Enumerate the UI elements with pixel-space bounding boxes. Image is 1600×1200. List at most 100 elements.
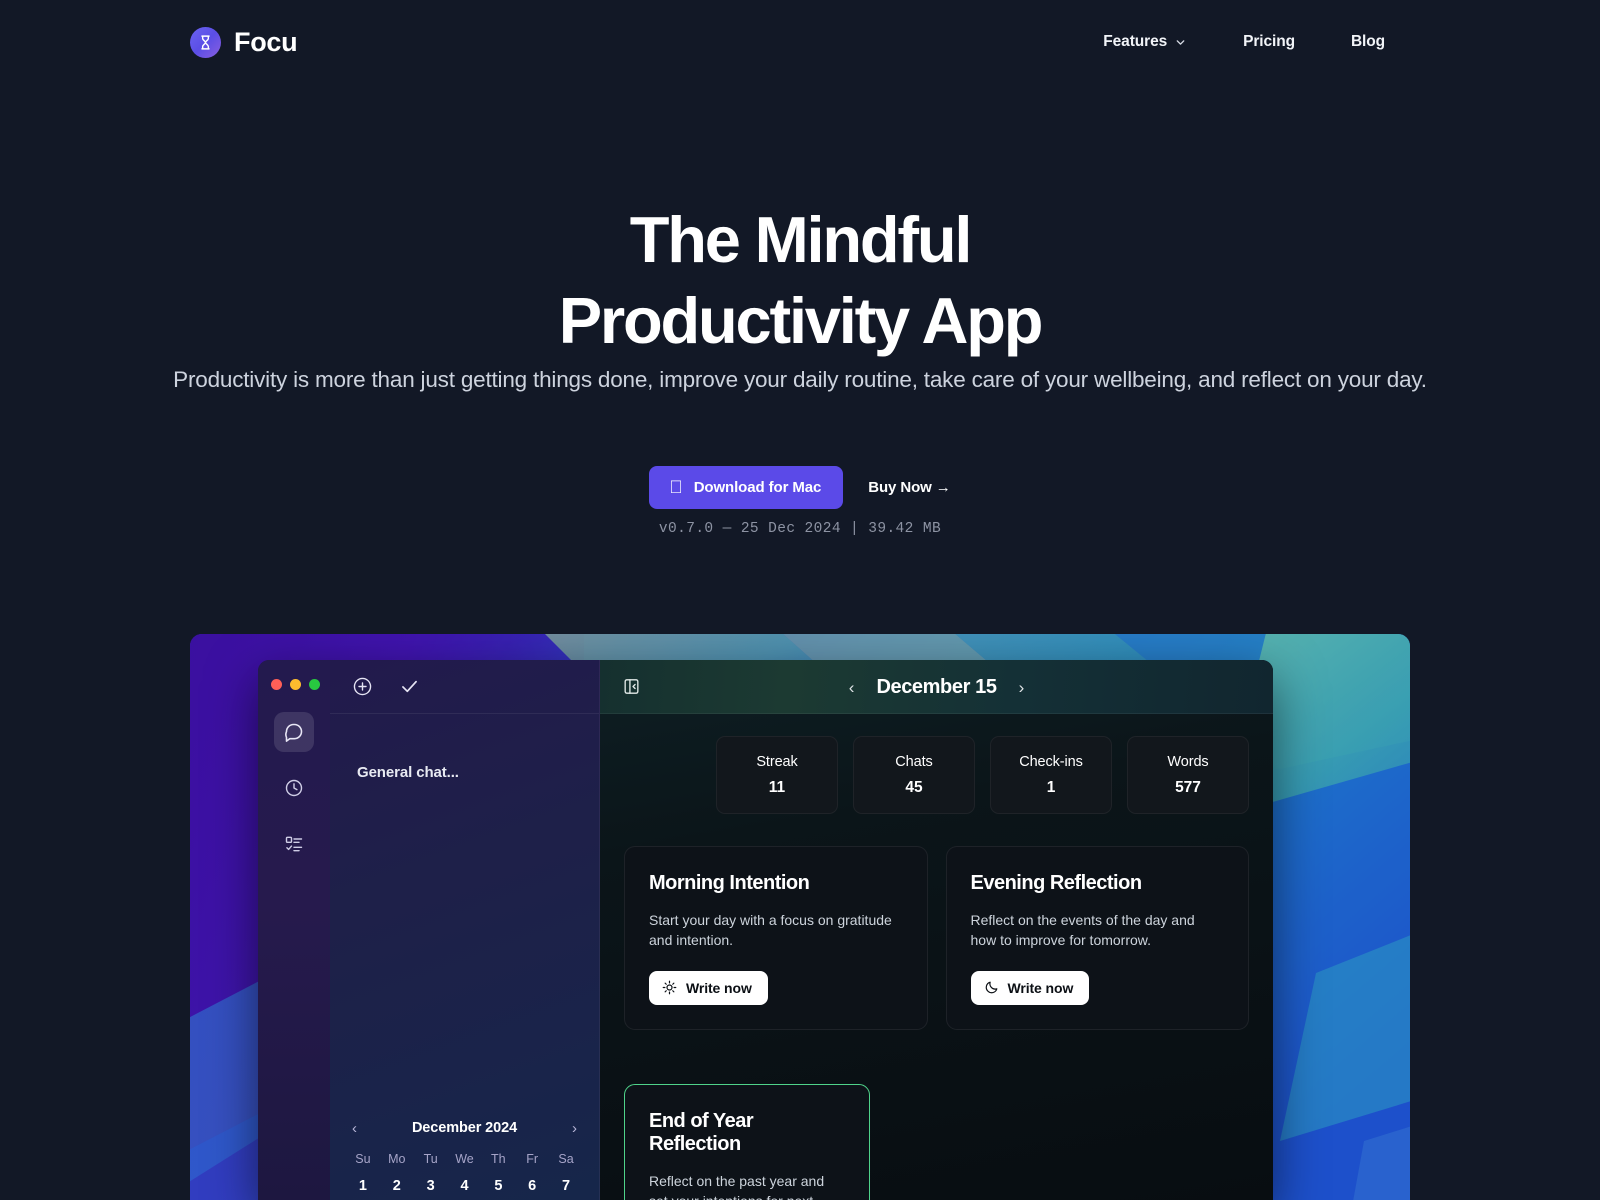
calendar-weekday: Mo [388, 1152, 406, 1166]
previous-day-button[interactable]: ‹ [849, 679, 855, 696]
sidebar-toggle-button[interactable] [622, 677, 641, 696]
nav-item-features[interactable]: Features [1103, 33, 1187, 51]
end-of-year-row: End of Year Reflection Reflect on the pa… [624, 1062, 1249, 1200]
card-title: Evening Reflection [970, 872, 1143, 894]
nav-item-features-label: Features [1103, 33, 1168, 50]
hero-title-line1: The Mindful [629, 203, 973, 276]
calendar-next-month-button[interactable]: › [572, 1121, 577, 1136]
app-window: General chat... ‹ December 2024 › Su Mo … [258, 660, 1273, 1200]
app-main-header: ‹ December 15 › [600, 660, 1273, 714]
stat-card-streak: Streak 11 [716, 736, 838, 814]
calendar-day-cell[interactable]: 2 [380, 1178, 414, 1194]
card-title: Morning Intention [649, 872, 810, 894]
calendar-weekday: Sa [558, 1152, 574, 1166]
journal-cards-row: Morning Intention Start your day with a … [624, 846, 1249, 1030]
nav-item-blog-label: Blog [1350, 33, 1385, 50]
stat-label: Check-ins [1019, 753, 1083, 770]
rail-item-history[interactable] [274, 768, 314, 808]
app-sidebar-rail [258, 660, 330, 1200]
date-navigator: ‹ December 15 › [600, 660, 1273, 714]
plus-circle-icon [353, 677, 372, 696]
calendar-day-row: 1 2 3 4 5 6 7 [346, 1178, 583, 1194]
apple-icon:  [669, 478, 683, 496]
morning-write-now-button[interactable]: Write now [649, 970, 768, 1005]
card-end-of-year-reflection[interactable]: End of Year Reflection Reflect on the pa… [624, 1083, 870, 1200]
brand-name: Focu [234, 26, 298, 57]
current-date-label: December 15 [876, 675, 997, 698]
hero-cta-row:  Download for Mac Buy Now → [0, 466, 1600, 509]
app-main-body: Streak 11 Chats 45 Check-ins 1 Words 577… [600, 714, 1273, 1200]
calendar-day-cell[interactable]: 3 [414, 1178, 448, 1194]
stat-label: Chats [895, 753, 933, 770]
clock-icon [285, 779, 303, 797]
close-window-button[interactable] [271, 679, 282, 690]
card-title: End of Year Reflection [649, 1109, 754, 1155]
calendar-prev-month-button[interactable]: ‹ [352, 1121, 357, 1136]
nav-item-pricing[interactable]: Pricing [1243, 33, 1295, 51]
card-button-label: Write now [686, 979, 752, 996]
stat-card-chats: Chats 45 [853, 736, 975, 814]
chat-placeholder-text: General chat... [357, 764, 459, 781]
stat-value: 45 [905, 778, 923, 796]
minimize-window-button[interactable] [290, 679, 301, 690]
app-showcase: General chat... ‹ December 2024 › Su Mo … [190, 634, 1410, 1200]
stat-card-checkins: Check-ins 1 [990, 736, 1112, 814]
brand-logo[interactable]: Focu [190, 26, 298, 58]
calendar-day-cell[interactable]: 5 [481, 1178, 515, 1194]
chat-toolbar [330, 660, 599, 714]
sidebar-toggle-icon [624, 679, 639, 694]
download-for-mac-button[interactable]:  Download for Mac [649, 466, 844, 509]
calendar-header: ‹ December 2024 › [346, 1120, 583, 1136]
card-morning-intention: Morning Intention Start your day with a … [624, 846, 928, 1030]
hero-subtitle: Productivity is more than just getting t… [173, 367, 1427, 392]
stat-value: 1 [1046, 778, 1056, 796]
sun-icon [662, 980, 677, 995]
landing-page: Focu Features Pricing Blog The Mindful P… [0, 0, 1600, 1200]
chevron-down-icon [1176, 39, 1185, 45]
hourglass-icon [190, 26, 221, 58]
mini-calendar: ‹ December 2024 › Su Mo Tu We Th Fr Sa 1… [330, 1120, 599, 1200]
stat-label: Words [1167, 753, 1209, 770]
evening-write-now-button[interactable]: Write now [970, 970, 1090, 1005]
next-day-button[interactable]: › [1019, 679, 1025, 696]
calendar-month-label: December 2024 [411, 1120, 518, 1136]
task-list-icon [285, 836, 303, 852]
stat-value: 577 [1175, 778, 1201, 796]
maximize-window-button[interactable] [309, 679, 320, 690]
moon-icon [985, 981, 997, 994]
new-chat-button[interactable] [352, 676, 373, 697]
rail-item-tasks[interactable] [274, 824, 314, 864]
buy-now-button[interactable]: Buy Now → [868, 479, 951, 496]
calendar-day-cell[interactable]: 7 [549, 1178, 583, 1194]
chat-column: General chat... ‹ December 2024 › Su Mo … [330, 660, 600, 1200]
window-traffic-lights [271, 679, 320, 690]
hero-title-line2: Productivity App [558, 284, 1044, 357]
stats-row: Streak 11 Chats 45 Check-ins 1 Words 577 [624, 736, 1249, 814]
page-title: The Mindful Productivity App [0, 207, 1600, 353]
complete-task-button[interactable] [399, 676, 420, 697]
download-button-label: Download for Mac [686, 479, 822, 496]
calendar-weekday-row: Su Mo Tu We Th Fr Sa [346, 1152, 583, 1178]
calendar-weekday: Su [355, 1152, 371, 1166]
rail-item-chat[interactable] [274, 712, 314, 752]
stat-label: Streak [756, 753, 798, 770]
calendar-weekday: We [455, 1152, 474, 1166]
card-description: Start your day with a focus on gratitude… [649, 912, 892, 949]
stat-card-words: Words 577 [1127, 736, 1249, 814]
app-main-panel: ‹ December 15 › Streak 11 Chats 45 Check… [600, 660, 1273, 1200]
chat-bubble-icon [285, 723, 303, 742]
calendar-day-cell[interactable]: 4 [448, 1178, 482, 1194]
top-navigation: Focu Features Pricing Blog [0, 0, 1600, 84]
card-evening-reflection: Evening Reflection Reflect on the events… [945, 846, 1249, 1030]
nav-item-pricing-label: Pricing [1243, 33, 1295, 50]
calendar-weekday: Fr [526, 1152, 539, 1166]
nav-item-blog[interactable]: Blog [1351, 33, 1385, 51]
version-info: v0.7.0 — 25 Dec 2024 | 39.42 MB [658, 521, 942, 537]
card-button-label: Write now [1007, 979, 1074, 996]
calendar-day-cell[interactable]: 6 [515, 1178, 549, 1194]
card-description: Reflect on the past year and set your in… [649, 1172, 825, 1200]
card-description: Reflect on the events of the day and how… [970, 912, 1195, 949]
calendar-day-cell[interactable]: 1 [346, 1178, 380, 1194]
chat-body: General chat... ‹ December 2024 › Su Mo … [330, 714, 599, 1200]
calendar-weekday: Th [491, 1152, 506, 1166]
